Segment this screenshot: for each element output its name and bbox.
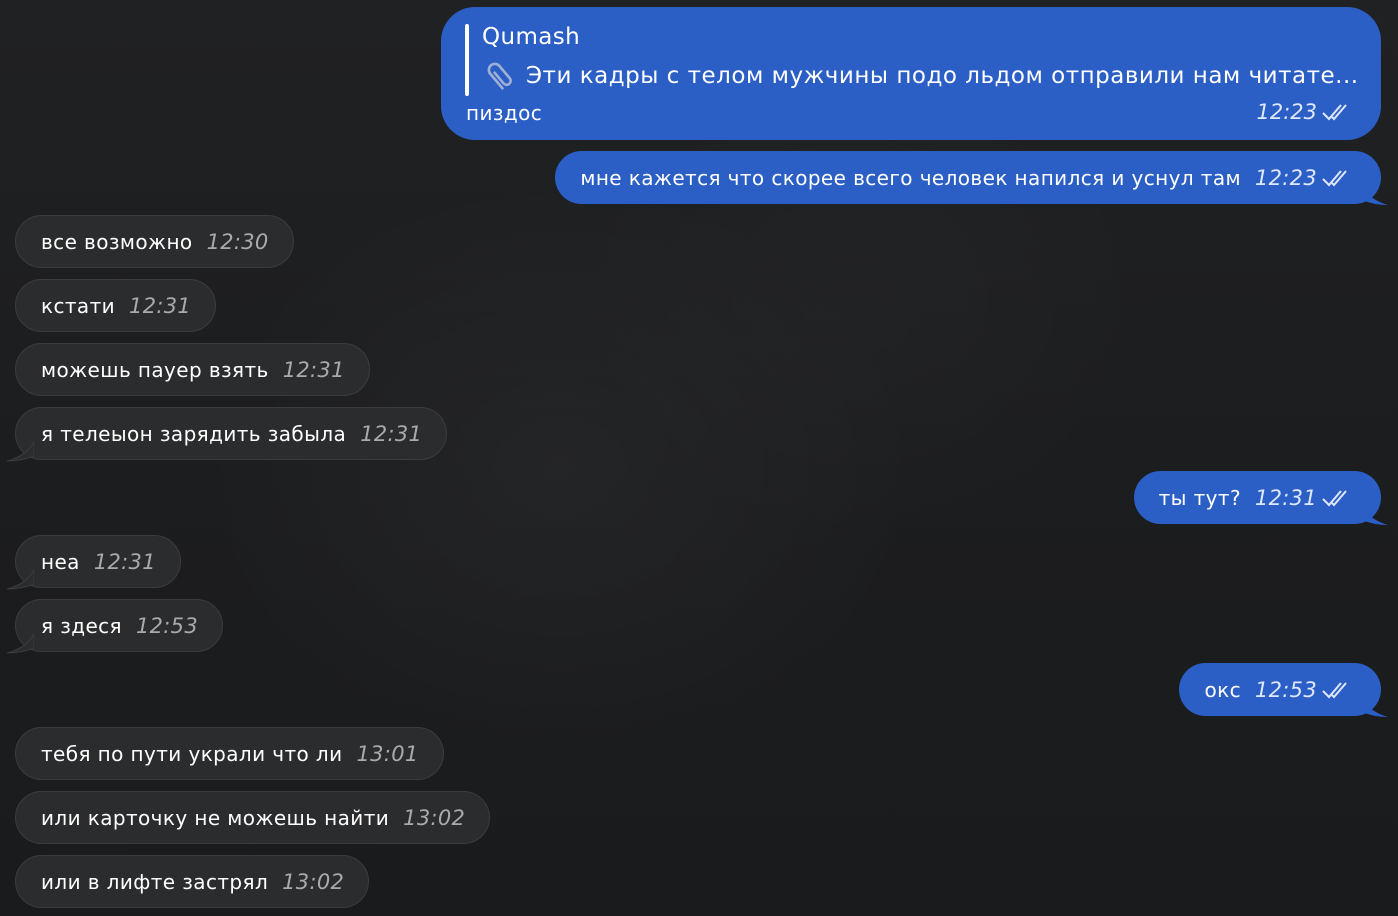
message-bubble-outgoing[interactable]: ты тут? 12:31 [1133, 471, 1381, 524]
message-time: 12:31 [1254, 485, 1317, 510]
message-time: 12:31 [282, 357, 345, 382]
message-meta: 12:23 [1256, 100, 1353, 124]
message-time: 12:31 [93, 549, 156, 574]
message-text: окс [1204, 677, 1241, 702]
message-bubble-incoming[interactable]: можешь пауер взять 12:31 [15, 343, 370, 396]
bubble-tail [1362, 186, 1392, 206]
message-text: я телеыон зарядить забыла [41, 421, 347, 446]
message-bubble-incoming[interactable]: тебя по пути украли что ли 13:01 [15, 727, 444, 780]
message-time: 12:30 [206, 229, 269, 254]
message-bubble-incoming[interactable]: я телеыон зарядить забыла 12:31 [15, 407, 448, 460]
message-text: или в лифте застрял [41, 869, 269, 894]
message-text: можешь пауер взять [41, 357, 269, 382]
double-check-icon [1321, 680, 1353, 700]
message-bubble-incoming[interactable]: кстати 12:31 [15, 279, 217, 332]
message-text: мне кажется что скорее всего человек нап… [580, 165, 1241, 190]
message-bubble-incoming[interactable]: или в лифте застрял 13:02 [15, 855, 370, 908]
message-bubble-incoming[interactable]: неа 12:31 [15, 535, 181, 588]
message-time: 12:31 [360, 421, 423, 446]
message-time: 12:23 [1256, 100, 1317, 124]
message-text: тебя по пути украли что ли [41, 741, 343, 766]
double-check-icon [1321, 488, 1353, 508]
paperclip-icon [482, 59, 518, 93]
bubble-tail [1362, 698, 1392, 718]
quoted-text: Эти кадры с телом мужчины подо льдом отп… [526, 63, 1359, 89]
message-text: кстати [41, 293, 116, 318]
message-time: 12:53 [1254, 677, 1317, 702]
message-time: 12:31 [129, 293, 192, 318]
message-bubble-incoming[interactable]: или карточку не можешь найти 13:02 [15, 791, 491, 844]
double-check-icon [1321, 102, 1353, 122]
message-bubble-incoming[interactable]: я здеся 12:53 [15, 599, 224, 652]
message-text: неа [41, 549, 80, 574]
message-text: все возможно [41, 229, 193, 254]
reply-message-bubble[interactable]: Qumash Эти кадры с телом мужчины подо ль… [441, 7, 1381, 140]
message-bubble-incoming[interactable]: все возможно 12:30 [15, 215, 294, 268]
message-text: я здеся [41, 613, 122, 638]
message-time: 12:23 [1254, 165, 1317, 190]
quoted-author[interactable]: Qumash [482, 24, 580, 50]
message-text: ты тут? [1158, 485, 1241, 510]
quoted-message[interactable]: Эти кадры с телом мужчины подо льдом отп… [482, 59, 1359, 93]
message-bubble-outgoing[interactable]: окс 12:53 [1179, 663, 1381, 716]
message-text: пиздос [466, 101, 543, 125]
message-time: 13:01 [356, 741, 419, 766]
message-time: 12:53 [135, 613, 199, 638]
bubble-tail [1362, 506, 1392, 526]
message-bubble-outgoing[interactable]: мне кажется что скорее всего человек нап… [555, 151, 1381, 204]
quote-bar [465, 24, 469, 96]
double-check-icon [1321, 168, 1353, 188]
message-time: 13:02 [403, 805, 466, 830]
message-text: или карточку не можешь найти [41, 805, 390, 830]
message-time: 13:02 [282, 869, 345, 894]
